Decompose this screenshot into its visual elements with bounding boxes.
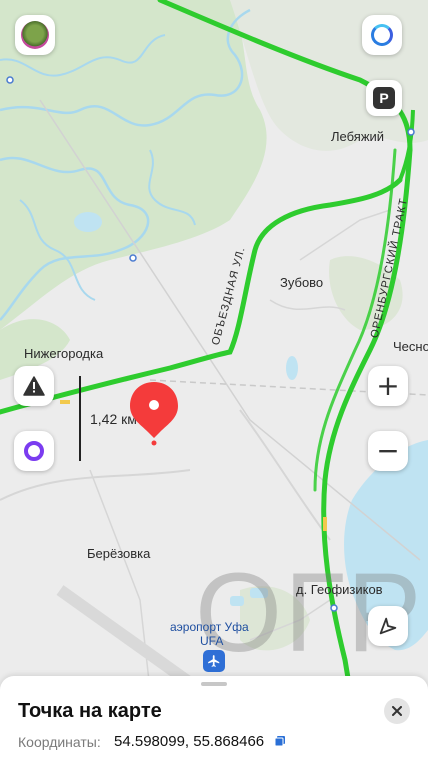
close-icon: [392, 706, 402, 716]
place-label-berezovka: Берёзовка: [87, 546, 151, 561]
alice-ring-button[interactable]: [362, 15, 402, 55]
parking-label: P: [379, 90, 389, 106]
navigation-button[interactable]: [368, 606, 408, 646]
coords-label: Координаты:: [18, 734, 101, 750]
coords-value[interactable]: 54.598099, 55.868466: [114, 733, 286, 750]
navigation-arrow-icon: [379, 617, 397, 635]
parking-button[interactable]: P: [366, 80, 402, 116]
copy-icon[interactable]: [274, 735, 286, 747]
scale-bar: [79, 376, 81, 461]
place-label-lebyazhiy: Лебяжий: [331, 129, 385, 144]
place-label-airport-code: UFA: [200, 634, 224, 648]
close-button[interactable]: [384, 698, 410, 724]
point-info-sheet[interactable]: Точка на карте Координаты: 54.598099, 55…: [0, 676, 428, 768]
place-label-nizhegorodka: Нижегородка: [24, 346, 104, 361]
profile-avatar: [21, 21, 49, 49]
place-label-chesno: Чесно: [393, 339, 428, 354]
place-label-zubovo: Зубово: [280, 275, 324, 290]
alice-assistant-button[interactable]: [14, 431, 54, 471]
airport-plane-icon[interactable]: [203, 650, 225, 672]
place-label-airport: аэропорт Уфа: [170, 620, 249, 634]
location-pin-icon[interactable]: [128, 380, 180, 448]
coords-text: 54.598099, 55.868466: [114, 733, 265, 750]
alice-assistant-icon: [24, 441, 44, 461]
parking-icon: P: [373, 87, 395, 109]
sheet-drag-handle[interactable]: [201, 682, 227, 686]
zoom-out-icon: −: [376, 434, 400, 467]
report-incident-button[interactable]: [14, 366, 54, 406]
zoom-in-button[interactable]: +: [368, 366, 408, 406]
profile-avatar-button[interactable]: [15, 15, 55, 55]
sheet-title: Точка на карте: [18, 700, 162, 722]
place-label-geofizikov: д. Геофизиков: [296, 582, 383, 597]
warning-icon: [23, 376, 45, 396]
map-canvas[interactable]: ОГР Лебяжий Зубово Нижегородка Чесно Бер…: [0, 0, 428, 690]
zoom-out-button[interactable]: −: [368, 431, 408, 471]
zoom-in-icon: +: [376, 369, 400, 402]
alice-ring-icon: [371, 24, 393, 46]
